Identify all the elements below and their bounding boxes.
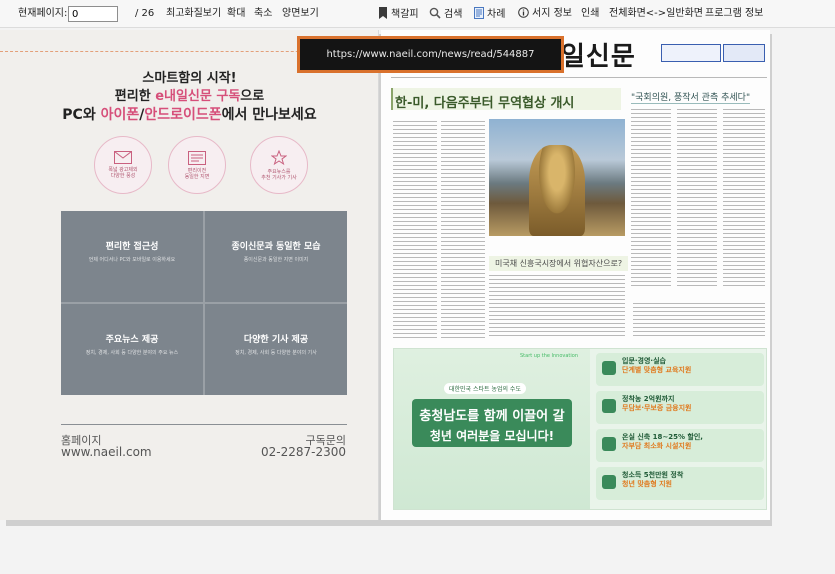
side-column-2 <box>677 106 717 286</box>
print-button[interactable]: 인쇄 <box>581 7 599 21</box>
info-icon <box>518 7 529 18</box>
ad-row-1-icon <box>602 361 616 375</box>
feature-card-3: 주요뉴스 제공 정치, 경제, 사회 등 다양한 분야의 주요 뉴스 <box>61 304 203 395</box>
url-tooltip[interactable]: https://www.naeil.com/news/read/544887 <box>297 36 564 73</box>
left-page[interactable]: 스마트함의 시작! 편리한 e내일신문 구독으로 PC와 아이폰/안드로이드폰에… <box>0 30 379 520</box>
program-info-button[interactable]: 프로그램 정보 <box>705 7 763 21</box>
feature-card-1-sub: 언제 어디서나 PC와 모바일로 이용하세요 <box>88 257 176 263</box>
document-icon <box>474 7 484 19</box>
homepage-url: www.naeil.com <box>61 445 152 459</box>
ad-tag: 대한민국 스타트 농업의 수도 <box>444 383 526 394</box>
ad-row-1: 입문·경영·실습 단계별 맞춤형 교육지원 <box>596 353 764 386</box>
page-label: 현재페이지: <box>18 8 68 19</box>
feature-card-1: 편리한 접근성 언제 어디서나 PC와 모바일로 이용하세요 <box>61 211 203 302</box>
ad-row-3-icon <box>602 437 616 451</box>
feature-card-4-title: 다양한 기사 제공 <box>243 335 309 345</box>
advertisement[interactable]: 대한민국 스타트 농업의 수도 충청남도를 함께 이끌어 갈 청년 여러분을 모… <box>393 348 767 510</box>
ad-row-4: 청소득 5천만원 정착 청년 맞춤형 지원 <box>596 467 764 500</box>
feature-circle-1: 폭넓 광고제외 다양한 풍성 <box>94 136 152 194</box>
feature-circle-2-caption: 편리이전 동일한 지면 <box>184 167 210 180</box>
star-icon <box>271 149 287 165</box>
viewer-app: 현재페이지: / 26 최고화질보기 확대 축소 양면보기 책갈피 검색 차례 … <box>0 0 835 574</box>
feature-card-2-title: 종이신문과 동일한 모습 <box>231 242 321 252</box>
feature-card-4: 다양한 기사 제공 정치, 경제, 사회 등 다양한 분야의 기사 <box>205 304 347 395</box>
feature-circle-3-caption: 주요뉴스를 추천 기사가 기사 <box>261 168 297 181</box>
toc-label: 차례 <box>487 9 506 20</box>
ad-banner: 충청남도를 함께 이끌어 갈 청년 여러분을 모십니다! <box>412 399 572 447</box>
article-column-2 <box>441 118 485 338</box>
bookmark-button[interactable]: 책갈피 <box>378 7 419 22</box>
footer-divider <box>61 424 347 425</box>
bookmark-icon <box>379 7 387 19</box>
toolbar: 현재페이지: / 26 최고화질보기 확대 축소 양면보기 책갈피 검색 차례 … <box>0 0 835 28</box>
newspaper-masthead: 일신문 <box>561 42 636 72</box>
side-column-3 <box>723 106 765 286</box>
ad-row-3: 온실 신축 18~25% 할인, 자부담 최소화 시설지원 <box>596 429 764 462</box>
right-page[interactable]: 일신문 한-미, 다음주부터 무역협상 개시 "국회의원, 풍작서 관측 추세다… <box>381 30 770 520</box>
subscribe-phone: 02-2287-2300 <box>260 445 346 459</box>
search-icon <box>429 7 441 19</box>
ad-row-4-icon <box>602 475 616 489</box>
info-button[interactable]: 서지 정보 <box>518 7 572 21</box>
ad-right-panel: 입문·경영·실습 단계별 맞춤형 교육지원 정착농 2억원까지 무담보·무보증 금융… <box>596 353 764 505</box>
masthead-promo-box-2 <box>723 44 765 62</box>
search-label: 검색 <box>444 9 463 20</box>
feature-card-2-sub: 종이신문과 동일한 지면 이미지 <box>243 257 309 263</box>
ad-banner-line-2: 청년 여러분을 모십니다! <box>429 429 555 443</box>
feature-circle-1-caption: 폭넓 광고제외 다양한 풍성 <box>108 167 138 179</box>
feature-circle-3: 주요뉴스를 추천 기사가 기사 <box>250 136 308 194</box>
statue-figure <box>529 145 585 236</box>
bookmark-label: 책갈피 <box>391 9 419 20</box>
ad-banner-line-1: 충청남도를 함께 이끌어 갈 <box>419 409 565 424</box>
search-button[interactable]: 검색 <box>429 7 462 22</box>
feature-grid: 편리한 접근성 언제 어디서나 PC와 모바일로 이용하세요 종이신문과 동일한… <box>61 211 347 395</box>
info-label: 서지 정보 <box>532 8 572 19</box>
mid-headline: 미국채 신흥국시장에서 위협자산으로? <box>489 256 629 271</box>
feature-circle-2: 편리이전 동일한 지면 <box>168 136 226 194</box>
dateline-bar <box>391 74 767 80</box>
spread-view-button[interactable]: 양면보기 <box>282 7 319 21</box>
news-icon <box>188 150 206 165</box>
promo-title-3: PC와 아이폰/안드로이드폰에서 만나보세요 <box>62 107 317 123</box>
page-total: / 26 <box>135 8 155 19</box>
feature-card-1-title: 편리한 접근성 <box>105 242 159 252</box>
fullscreen-toggle-button[interactable]: 전체화면<->일반화면 <box>609 7 703 21</box>
side-headline: "국회의원, 풍작서 관측 추세다" <box>631 90 751 104</box>
side-column-1 <box>631 106 671 286</box>
ad-left-panel: 대한민국 스타트 농업의 수도 충청남도를 함께 이끌어 갈 청년 여러분을 모… <box>394 349 590 509</box>
toc-button[interactable]: 차례 <box>474 7 505 22</box>
article-column-3 <box>489 272 625 338</box>
feature-card-4-sub: 정치, 경제, 사회 등 다양한 분야의 기사 <box>235 350 317 356</box>
feature-card-2: 종이신문과 동일한 모습 종이신문과 동일한 지면 이미지 <box>205 211 347 302</box>
url-text[interactable]: https://www.naeil.com/news/read/544887 <box>326 49 534 60</box>
ad-row-2: 정착농 2억원까지 무담보·무보증 금융지원 <box>596 391 764 424</box>
zoom-out-button[interactable]: 축소 <box>254 7 272 21</box>
side-list <box>633 300 765 338</box>
best-quality-button[interactable]: 최고화질보기 <box>166 7 221 21</box>
zoom-in-button[interactable]: 확대 <box>227 7 245 21</box>
page-number-input[interactable] <box>68 6 118 22</box>
ad-start-label: Start up the Innovation <box>520 353 579 359</box>
feature-card-3-sub: 정치, 경제, 사회 등 다양한 분야의 주요 뉴스 <box>85 350 179 356</box>
ad-row-2-icon <box>602 399 616 413</box>
main-headline: 한-미, 다음주부터 무역협상 개시 <box>395 96 575 111</box>
article-column-1 <box>393 118 437 338</box>
feature-card-3-title: 주요뉴스 제공 <box>105 335 159 345</box>
mail-icon <box>114 151 132 164</box>
promo-title-2: 편리한 e내일신문 구독으로 <box>114 89 265 104</box>
masthead-promo-box <box>661 44 721 62</box>
